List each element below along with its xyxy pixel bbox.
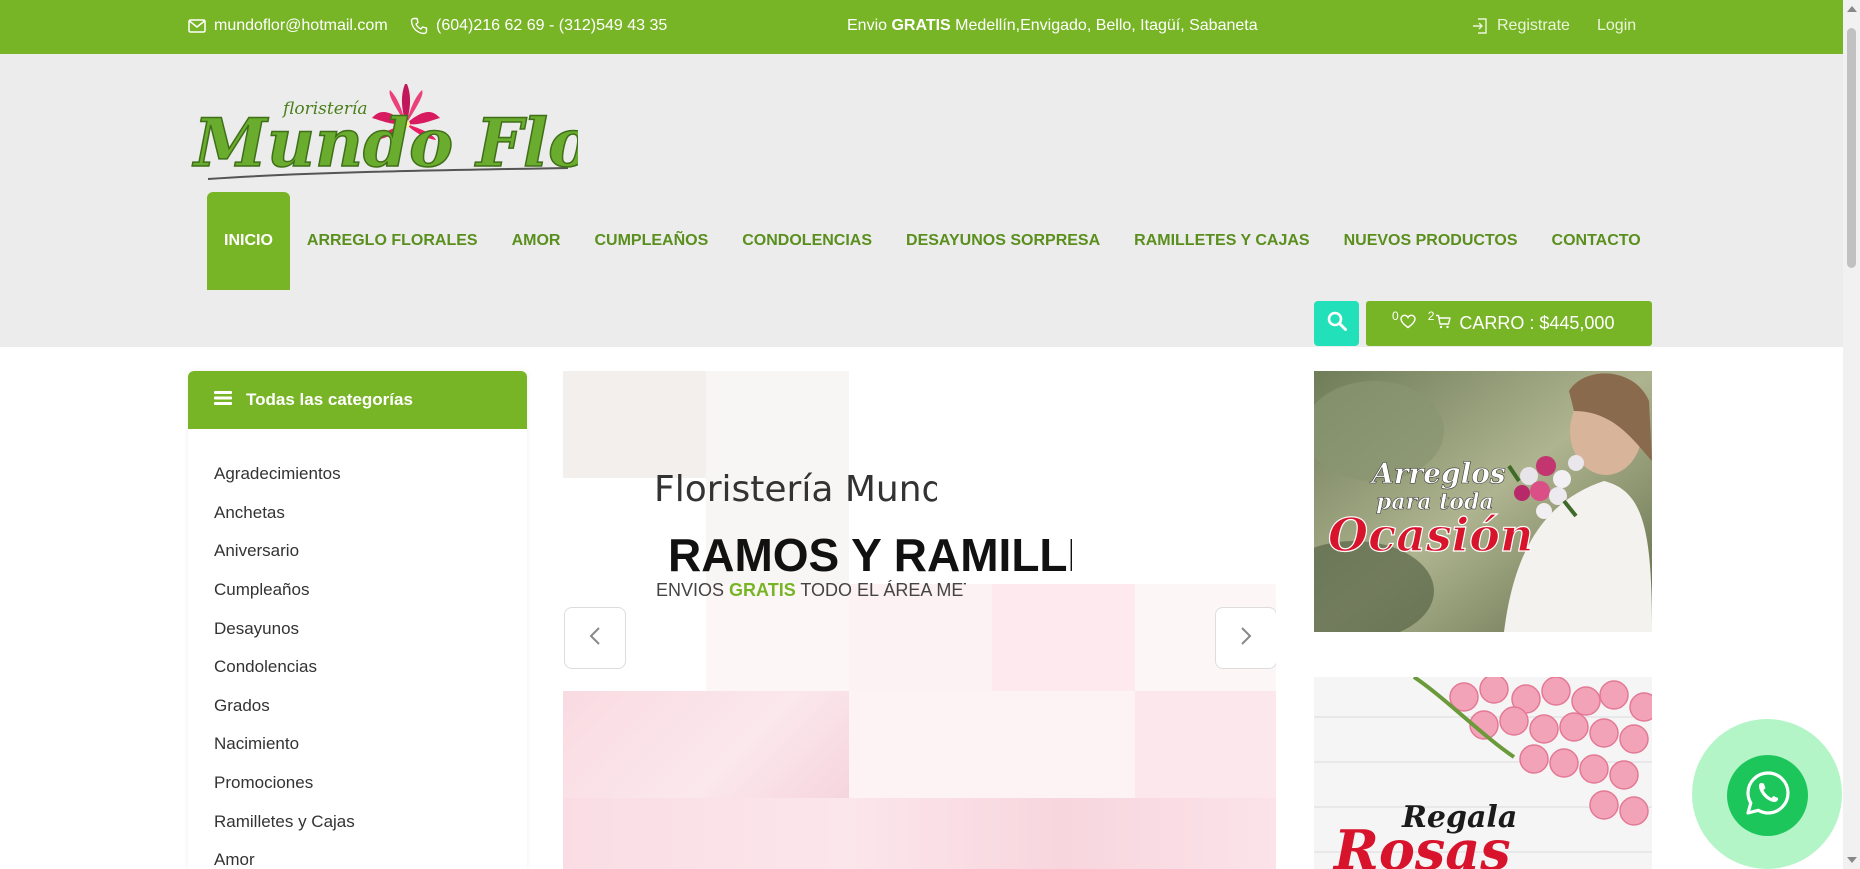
site-logo[interactable]: Mundo Flor floristería — [188, 82, 632, 196]
contact-phone[interactable]: (604)216 62 69 - (312)549 43 35 — [410, 17, 667, 35]
svg-text:Ocasión: Ocasión — [1328, 508, 1533, 562]
tagline-suffix: TODO EL ÁREA METROPOLITANA — [800, 580, 966, 600]
cart-button[interactable]: 0 2 CARRO : $445,000 — [1366, 301, 1652, 346]
slide-tile — [563, 371, 706, 478]
bride-bouquet-image: Arreglos para toda Ocasión — [1314, 371, 1652, 632]
nav-ramilletes-y-cajas[interactable]: RAMILLETES Y CAJAS — [1117, 192, 1326, 290]
nav-condolencias[interactable]: CONDOLENCIAS — [725, 192, 889, 290]
whatsapp-button[interactable] — [1727, 755, 1808, 836]
chevron-right-icon — [1239, 625, 1253, 652]
slider-next-button[interactable] — [1215, 607, 1276, 669]
register-link[interactable]: Registrate — [1471, 17, 1570, 35]
cart-total: CARRO : $445,000 — [1459, 313, 1615, 333]
slider-prev-button[interactable] — [564, 607, 626, 669]
nav-nuevos-productos[interactable]: NUEVOS PRODUCTOS — [1327, 192, 1535, 290]
login-link[interactable]: Login — [1597, 17, 1636, 35]
contact-email[interactable]: mundoflor@hotmail.com — [188, 17, 388, 35]
top-bar: mundoflor@hotmail.com (604)216 62 69 - (… — [0, 0, 1843, 54]
slide-subtitle: Floristería Mundo Flor — [654, 469, 937, 510]
category-item[interactable]: Cumpleaños — [188, 571, 527, 610]
nav-amor[interactable]: AMOR — [495, 192, 578, 290]
nav-desayunos-sorpresa[interactable]: DESAYUNOS SORPRESA — [889, 192, 1117, 290]
svg-text:Rosas: Rosas — [1332, 818, 1511, 869]
promo-banner-roses[interactable]: Regala Rosas — [1314, 677, 1652, 869]
whatsapp-icon — [1744, 769, 1792, 822]
cart-link[interactable]: 2 — [1428, 309, 1452, 334]
scroll-down-icon[interactable] — [1847, 857, 1857, 863]
promo-banner-occasions[interactable]: Arreglos para toda Ocasión — [1314, 371, 1652, 632]
svg-text:floristería: floristería — [281, 99, 367, 119]
slide-tile — [992, 584, 1135, 691]
scroll-thumb[interactable] — [1847, 28, 1856, 268]
email-text: mundoflor@hotmail.com — [214, 17, 388, 34]
slide-tile — [849, 691, 1135, 798]
category-list: Agradecimientos Anchetas Aniversario Cum… — [188, 429, 527, 869]
slide-tagline: ENVIOS GRATIS TODO EL ÁREA METROPOLITANA — [656, 580, 966, 601]
categories-sidebar: Todas las categorías Agradecimientos Anc… — [188, 371, 527, 869]
svg-text:Mundo Flor: Mundo Flor — [192, 104, 578, 182]
slide-tile — [563, 691, 849, 798]
shipping-prefix: Envio — [847, 17, 892, 34]
category-item[interactable]: Nacimiento — [188, 725, 527, 764]
page-scrollbar[interactable] — [1843, 0, 1860, 869]
hero-slider: Floristería Mundo Flor RAMOS Y RAMILLETE… — [563, 371, 1276, 869]
mail-icon — [188, 19, 206, 33]
roses-image: Regala Rosas — [1314, 677, 1652, 869]
categories-header[interactable]: Todas las categorías — [188, 371, 527, 429]
tagline-bold: GRATIS — [729, 580, 796, 600]
wishlist-count: 0 — [1392, 308, 1399, 323]
nav-cumpleanos[interactable]: CUMPLEAÑOS — [577, 192, 725, 290]
scroll-up-icon[interactable] — [1847, 6, 1857, 12]
category-item[interactable]: Anchetas — [188, 494, 527, 533]
category-item[interactable]: Promociones — [188, 764, 527, 803]
category-item[interactable]: Grados — [188, 687, 527, 726]
chevron-left-icon — [588, 625, 602, 652]
phone-icon — [410, 17, 428, 35]
category-item[interactable]: Ramilletes y Cajas — [188, 802, 527, 841]
main-nav: INICIO ARREGLO FLORALES AMOR CUMPLEAÑOS … — [207, 192, 1658, 290]
menu-icon — [214, 390, 232, 411]
shipping-suffix: Medellín,Envigado, Bello, Itagüí, Sabane… — [950, 17, 1258, 34]
cart-icon — [1435, 313, 1452, 334]
wishlist-link[interactable]: 0 — [1392, 309, 1416, 334]
shipping-notice: Envio GRATIS Medellín,Envigado, Bello, I… — [847, 17, 1258, 35]
category-item[interactable]: Agradecimientos — [188, 455, 527, 494]
slide-title: RAMOS Y RAMILLETES — [668, 529, 1072, 581]
register-label: Registrate — [1497, 17, 1570, 34]
slide-tile — [1135, 691, 1276, 798]
category-item[interactable]: Amor — [188, 841, 527, 869]
heart-icon — [1399, 313, 1416, 334]
tagline-prefix: ENVIOS — [656, 580, 730, 600]
categories-title: Todas las categorías — [246, 390, 413, 409]
slide-tile — [563, 798, 1276, 869]
category-item[interactable]: Condolencias — [188, 648, 527, 687]
nav-contacto[interactable]: CONTACTO — [1535, 192, 1658, 290]
nav-inicio[interactable]: INICIO — [207, 192, 290, 290]
shipping-bold: GRATIS — [891, 17, 951, 34]
phone-text: (604)216 62 69 - (312)549 43 35 — [436, 17, 668, 34]
login-label: Login — [1597, 17, 1637, 34]
category-item[interactable]: Aniversario — [188, 532, 527, 571]
site-header: Mundo Flor floristería INICIO ARREGLO FL… — [0, 54, 1843, 347]
nav-arreglo-florales[interactable]: ARREGLO FLORALES — [290, 192, 495, 290]
search-icon — [1326, 310, 1348, 337]
svg-text:Arreglos: Arreglos — [1369, 457, 1506, 490]
sign-in-icon — [1471, 17, 1489, 35]
category-item[interactable]: Desayunos — [188, 609, 527, 648]
cart-count: 2 — [1427, 308, 1435, 323]
search-button[interactable] — [1314, 301, 1359, 346]
